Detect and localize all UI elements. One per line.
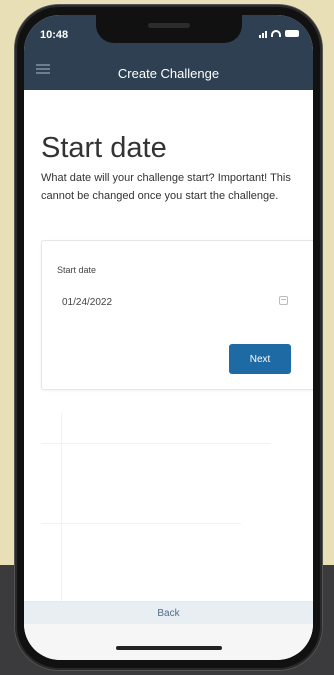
phone-screen: 10:48 Create Challenge Start date What d… [24,15,313,660]
start-date-label: Start date [57,265,97,275]
start-date-card: Start date Next [41,240,313,390]
phone-notch [96,15,242,43]
status-time: 10:48 [40,29,69,41]
home-indicator [116,646,222,650]
status-icons [259,29,299,38]
start-date-input[interactable] [50,288,296,316]
page-title: Start date [41,132,167,164]
speaker-icon [148,23,190,28]
phone-frame: 10:48 Create Challenge Start date What d… [15,5,322,670]
page-description: What date will your challenge start? Imp… [41,172,291,202]
app-header: 10:48 Create Challenge [24,15,313,90]
background-content [41,403,313,603]
calendar-icon[interactable] [279,296,288,305]
battery-icon [285,30,299,37]
header-title: Create Challenge [117,66,220,81]
next-button[interactable]: Next [229,344,291,374]
footer: Back [24,601,313,660]
wifi-icon [271,30,281,37]
signal-icon [259,29,267,38]
back-button[interactable]: Back [24,602,313,624]
